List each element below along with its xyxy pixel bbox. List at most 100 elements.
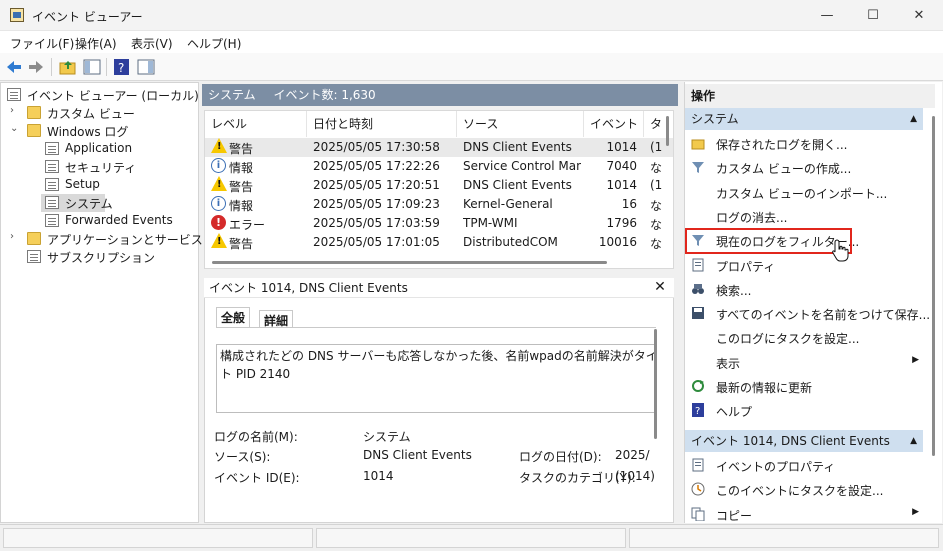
- tree-item-windows-logs[interactable]: ⌄ Windows ログ: [1, 122, 198, 140]
- cell-task: な: [650, 218, 663, 232]
- tree-item-application[interactable]: Application: [1, 140, 198, 158]
- tree-item-label: Setup: [65, 177, 100, 191]
- menu-help[interactable]: ヘルプ(H): [187, 35, 241, 52]
- tree-item-subscriptions[interactable]: サブスクリプション: [1, 248, 198, 266]
- field-label-logged: ログの日付(D):: [519, 450, 602, 464]
- show-hide-action-pane-icon[interactable]: [137, 58, 155, 76]
- cell-id: 16: [621, 197, 637, 211]
- column-header-event-id[interactable]: イベント ...: [584, 111, 644, 137]
- tree-item-setup[interactable]: Setup: [1, 176, 198, 194]
- action-item[interactable]: 保存されたログを開く...: [685, 131, 923, 155]
- event-description[interactable]: 構成されたどの DNS サーバーも応答しなかった後、名前wpadの名前解決がタイ…: [216, 344, 656, 413]
- cell-level: エラー: [229, 218, 266, 232]
- action-item[interactable]: コピー ▶: [685, 502, 923, 526]
- save-icon: [692, 307, 704, 320]
- table-row[interactable]: 警告 2025/05/05 17:01:05 DistributedCOM 10016…: [205, 233, 673, 252]
- warning-icon: [211, 233, 227, 248]
- status-panel: [316, 528, 626, 548]
- action-item[interactable]: 検索...: [685, 277, 923, 301]
- minimize-button[interactable]: —: [804, 0, 850, 31]
- close-icon[interactable]: ✕: [652, 279, 668, 297]
- folder-up-icon[interactable]: [59, 58, 77, 76]
- action-label: イベントのプロパティ: [716, 460, 836, 474]
- tab-divider: [216, 327, 656, 328]
- tree-item-forwarded-events[interactable]: Forwarded Events: [1, 212, 198, 230]
- event-viewer-app-icon: [10, 8, 24, 22]
- toolbar-divider: [106, 58, 107, 76]
- action-item[interactable]: すべてのイベントを名前をつけて保存...: [685, 301, 930, 325]
- cell-id: 1014: [606, 140, 637, 154]
- cell-source: Kernel-General: [463, 197, 553, 211]
- tree-item-label: サブスクリプション: [47, 251, 156, 265]
- action-item[interactable]: ? ヘルプ: [685, 398, 923, 422]
- action-item[interactable]: ログの消去...: [685, 204, 923, 228]
- error-icon: !: [211, 215, 226, 230]
- table-row[interactable]: 警告 2025/05/05 17:30:58 DNS Client Events 10…: [205, 138, 673, 157]
- action-item[interactable]: このログにタスクを設定...: [685, 325, 923, 349]
- chevron-right-icon[interactable]: ›: [10, 231, 20, 245]
- action-item[interactable]: プロパティ: [685, 253, 923, 277]
- field-value-event-id: 1014: [363, 469, 394, 483]
- chevron-down-icon[interactable]: ⌄: [10, 123, 20, 137]
- back-arrow-icon[interactable]: [5, 58, 23, 76]
- action-item[interactable]: カスタム ビューのインポート...: [685, 180, 923, 204]
- action-item[interactable]: カスタム ビューの作成...: [685, 155, 923, 179]
- action-label: カスタム ビューのインポート...: [716, 186, 888, 201]
- tree-item-label: カスタム ビュー: [47, 107, 135, 121]
- events-horizontal-scrollbar[interactable]: [212, 261, 607, 264]
- log-icon: [45, 178, 59, 191]
- action-item[interactable]: イベントのプロパティ: [685, 453, 923, 477]
- table-row[interactable]: ! エラー 2025/05/05 17:03:59 TPM-WMI 1796 な: [205, 214, 673, 233]
- menu-file[interactable]: ファイル(F): [10, 35, 74, 52]
- tree-item-security[interactable]: セキュリティ: [1, 158, 198, 176]
- cell-task: な: [650, 161, 663, 175]
- cell-id: 10016: [598, 235, 637, 249]
- tree-root[interactable]: イベント ビューアー (ローカル): [1, 86, 199, 104]
- table-row[interactable]: i 情報 2025/05/05 17:22:26 Service Control Ma…: [205, 157, 673, 176]
- tree-item-system[interactable]: システム: [41, 194, 113, 212]
- column-header-datetime[interactable]: 日付と時刻: [307, 111, 457, 137]
- status-panel: [3, 528, 313, 548]
- collapse-arrow-icon[interactable]: ▲: [910, 108, 917, 130]
- log-icon: [45, 214, 59, 227]
- show-hide-tree-icon[interactable]: [83, 58, 101, 76]
- help-icon[interactable]: ?: [113, 58, 131, 76]
- column-header-source[interactable]: ソース: [457, 111, 584, 137]
- action-item[interactable]: 最新の情報に更新: [685, 374, 923, 398]
- column-header-level[interactable]: レベル: [205, 111, 307, 137]
- forward-arrow-icon[interactable]: [27, 58, 45, 76]
- detail-vertical-scrollbar[interactable]: [654, 329, 657, 439]
- section-title: イベント 1014, DNS Client Events: [691, 434, 890, 448]
- section-title: システム: [691, 112, 739, 126]
- close-button[interactable]: ✕: [896, 0, 942, 31]
- cell-datetime: 2025/05/05 17:22:26: [313, 159, 440, 173]
- hand-cursor-icon: [832, 239, 849, 262]
- tree-item-label: Application: [65, 141, 133, 155]
- collapse-arrow-icon[interactable]: ▲: [910, 430, 917, 452]
- table-row[interactable]: 警告 2025/05/05 17:20:51 DNS Client Events 10…: [205, 176, 673, 195]
- chevron-right-icon[interactable]: ›: [10, 105, 20, 119]
- actions-section-event[interactable]: イベント 1014, DNS Client Events ▲: [685, 430, 923, 452]
- events-vertical-scrollbar[interactable]: [666, 116, 669, 146]
- maximize-button[interactable]: ☐: [850, 0, 896, 31]
- actions-section-system[interactable]: システム ▲: [685, 108, 923, 130]
- tree-item-apps-services[interactable]: › アプリケーションとサービス ログ: [1, 230, 231, 248]
- action-item[interactable]: このイベントにタスクを設定...: [685, 477, 923, 501]
- actions-vertical-scrollbar[interactable]: [932, 116, 935, 456]
- menu-action[interactable]: 操作(A): [75, 35, 117, 52]
- tree-item-custom-views[interactable]: › カスタム ビュー: [1, 104, 198, 122]
- tab-details[interactable]: 詳細: [259, 310, 294, 328]
- event-properties-icon: [692, 458, 704, 472]
- warning-icon: [211, 176, 227, 191]
- cell-datetime: 2025/05/05 17:09:23: [313, 197, 440, 211]
- menu-view[interactable]: 表示(V): [131, 35, 173, 52]
- log-icon: [45, 160, 59, 173]
- tab-general[interactable]: 全般: [216, 307, 251, 327]
- info-icon: i: [211, 196, 226, 211]
- action-item[interactable]: 表示 ▶: [685, 350, 923, 374]
- open-folder-icon: [691, 139, 705, 150]
- table-row[interactable]: i 情報 2025/05/05 17:09:23 Kernel-General 16 な: [205, 195, 673, 214]
- column-header-task[interactable]: タ: [644, 111, 666, 137]
- cell-id: 1014: [606, 178, 637, 192]
- cell-datetime: 2025/05/05 17:30:58: [313, 140, 440, 154]
